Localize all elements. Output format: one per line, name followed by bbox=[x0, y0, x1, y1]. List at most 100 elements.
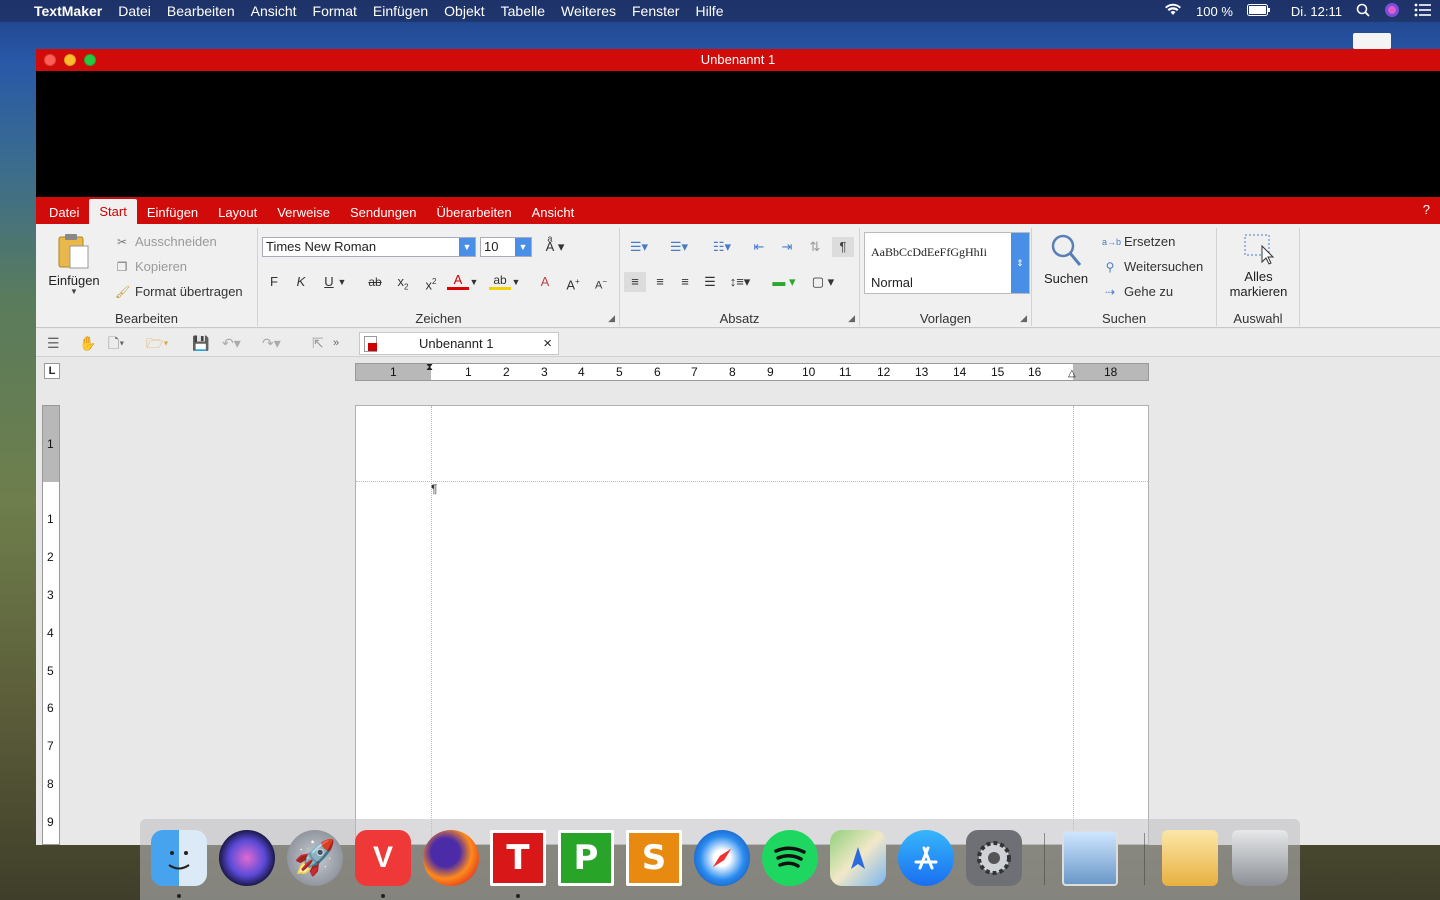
menu-objekt[interactable]: Objekt bbox=[436, 3, 492, 19]
desktop-document-icon[interactable] bbox=[1353, 33, 1391, 49]
horizontal-ruler[interactable]: 1 1 2 3 4 5 6 7 8 9 10 11 12 13 14 15 16… bbox=[355, 362, 1149, 381]
menu-weiteres[interactable]: Weiteres bbox=[553, 3, 624, 19]
font-color-dropdown-icon[interactable]: ▼ bbox=[468, 272, 480, 292]
tab-ansicht[interactable]: Ansicht bbox=[522, 199, 585, 224]
wifi-icon[interactable] bbox=[1164, 3, 1182, 19]
battery-icon[interactable] bbox=[1246, 3, 1271, 19]
justify-button[interactable]: ☰ bbox=[699, 272, 721, 292]
align-left-button[interactable]: ≡ bbox=[624, 272, 646, 292]
style-gallery-scroll-icon[interactable]: ⇕ bbox=[1011, 233, 1029, 293]
tab-einfuegen[interactable]: Einfügen bbox=[137, 199, 208, 224]
document-tab[interactable]: Unbenannt 1 × bbox=[359, 332, 559, 355]
close-tab-icon[interactable]: × bbox=[543, 333, 552, 354]
multilevel-list-button[interactable]: ☷▾ bbox=[707, 237, 737, 257]
save-icon[interactable]: 💾 bbox=[192, 335, 209, 351]
numbered-list-button[interactable]: ☰▾ bbox=[664, 237, 694, 257]
tab-stop-selector[interactable]: L bbox=[44, 363, 60, 379]
format-painter-button[interactable]: 🖌 Format übertragen bbox=[115, 284, 243, 299]
dialog-launcher-icon[interactable]: ◢ bbox=[1020, 313, 1027, 324]
highlight-dropdown-icon[interactable]: ▼ bbox=[510, 272, 522, 292]
bullet-list-button[interactable]: ☰▾ bbox=[624, 237, 654, 257]
bold-button[interactable]: F bbox=[263, 272, 285, 292]
menu-hilfe[interactable]: Hilfe bbox=[687, 3, 731, 19]
dock-textmaker-icon[interactable]: T bbox=[490, 830, 546, 886]
sort-button[interactable]: ⇅ bbox=[804, 237, 826, 257]
align-center-button[interactable]: ≡ bbox=[649, 272, 671, 292]
borders-button[interactable]: ▢ ▾ bbox=[806, 272, 840, 292]
dock-system-preferences-icon[interactable] bbox=[966, 830, 1022, 886]
more-tools-icon[interactable]: » bbox=[333, 335, 339, 351]
strikethrough-button[interactable]: ab bbox=[364, 272, 386, 292]
grow-font-icon[interactable]: A+ bbox=[562, 272, 584, 292]
dock-trash-icon[interactable] bbox=[1232, 830, 1288, 886]
tab-sendungen[interactable]: Sendungen bbox=[340, 199, 427, 224]
underline-dropdown-icon[interactable]: ▼ bbox=[336, 272, 348, 292]
dock-archive-icon[interactable] bbox=[1162, 830, 1218, 886]
document-page[interactable]: ¶ bbox=[355, 405, 1149, 845]
help-button[interactable]: ? bbox=[1423, 202, 1430, 217]
chevron-down-icon[interactable]: ▼ bbox=[515, 238, 531, 256]
subscript-button[interactable]: x2 bbox=[392, 272, 414, 292]
change-case-button[interactable]: Aͣ ▾ bbox=[538, 237, 572, 257]
menu-fenster[interactable]: Fenster bbox=[624, 3, 687, 19]
vertical-ruler[interactable]: 1 1 2 3 4 5 6 7 8 9 bbox=[42, 405, 60, 845]
align-right-button[interactable]: ≡ bbox=[674, 272, 696, 292]
superscript-button[interactable]: x2 bbox=[420, 272, 442, 292]
replace-button[interactable]: a→b Ersetzen bbox=[1102, 234, 1175, 249]
shrink-font-icon[interactable]: A− bbox=[590, 272, 612, 292]
tab-verweise[interactable]: Verweise bbox=[267, 199, 340, 224]
notification-center-icon[interactable] bbox=[1414, 3, 1432, 20]
chevron-down-icon[interactable]: ▼ bbox=[459, 238, 475, 256]
dialog-launcher-icon[interactable]: ◢ bbox=[848, 313, 855, 324]
decrease-indent-button[interactable]: ⇤ bbox=[748, 237, 770, 257]
spotlight-search-icon[interactable] bbox=[1356, 3, 1370, 20]
dock-finder-icon[interactable] bbox=[151, 830, 207, 886]
tab-ueberarbeiten[interactable]: Überarbeiten bbox=[426, 199, 521, 224]
clock[interactable]: Di. 12:11 bbox=[1291, 4, 1342, 19]
dock-siri-icon[interactable] bbox=[219, 830, 275, 886]
cut-button[interactable]: ✂ Ausschneiden bbox=[115, 234, 217, 249]
redo-icon[interactable]: ↷▾ bbox=[262, 335, 281, 351]
menu-bearbeiten[interactable]: Bearbeiten bbox=[159, 3, 243, 19]
open-folder-icon[interactable]: 🗁▾ bbox=[146, 335, 169, 351]
tab-layout[interactable]: Layout bbox=[208, 199, 267, 224]
menu-tabelle[interactable]: Tabelle bbox=[493, 3, 553, 19]
paste-button[interactable]: Einfügen ▼ bbox=[44, 230, 104, 302]
line-spacing-button[interactable]: ↕≡▾ bbox=[724, 272, 756, 292]
window-titlebar[interactable]: Unbenannt 1 bbox=[36, 49, 1440, 71]
menu-einfuegen[interactable]: Einfügen bbox=[365, 3, 436, 19]
highlight-button[interactable]: ab bbox=[489, 272, 511, 290]
goto-button[interactable]: ⇢ Gehe zu bbox=[1102, 284, 1173, 299]
copy-button[interactable]: ❐ Kopieren bbox=[115, 259, 187, 274]
find-next-button[interactable]: ⚲ Weitersuchen bbox=[1102, 259, 1204, 274]
dock-vivaldi-icon[interactable]: V bbox=[355, 830, 411, 886]
menu-datei[interactable]: Datei bbox=[110, 3, 159, 19]
dock-safari-icon[interactable] bbox=[694, 830, 750, 886]
select-object-icon[interactable]: ⇱ bbox=[312, 335, 324, 351]
menu-format[interactable]: Format bbox=[305, 3, 365, 19]
italic-button[interactable]: K bbox=[290, 272, 312, 292]
undo-icon[interactable]: ↶▾ bbox=[222, 335, 241, 351]
dock-firefox-icon[interactable] bbox=[423, 830, 479, 886]
font-size-combobox[interactable]: 10 ▼ bbox=[480, 237, 532, 257]
close-window-button[interactable] bbox=[44, 54, 56, 66]
zoom-window-button[interactable] bbox=[84, 54, 96, 66]
app-menu[interactable]: TextMaker bbox=[26, 3, 110, 19]
menu-ansicht[interactable]: Ansicht bbox=[243, 3, 305, 19]
show-formatting-button[interactable]: ¶ bbox=[832, 237, 854, 257]
dock-planmaker-icon[interactable]: S bbox=[626, 830, 682, 886]
style-gallery[interactable]: AaBbCcDdEeFfGgHhIi Normal ⇕ bbox=[864, 232, 1030, 294]
clear-formatting-icon[interactable]: A bbox=[534, 272, 556, 292]
dock-maps-icon[interactable] bbox=[830, 830, 886, 886]
siri-icon[interactable] bbox=[1384, 2, 1400, 21]
tab-start[interactable]: Start bbox=[89, 199, 137, 224]
font-name-combobox[interactable]: Times New Roman ▼ bbox=[262, 237, 476, 257]
dock-presentations-icon[interactable]: P bbox=[558, 830, 614, 886]
increase-indent-button[interactable]: ⇥ bbox=[776, 237, 798, 257]
select-all-button[interactable]: Alles markieren bbox=[1221, 230, 1296, 306]
dialog-launcher-icon[interactable]: ◢ bbox=[608, 313, 615, 324]
font-color-button[interactable]: A bbox=[447, 272, 469, 290]
hamburger-menu-icon[interactable]: ☰ bbox=[47, 335, 60, 351]
right-indent-marker[interactable]: △ bbox=[1068, 368, 1076, 379]
hand-icon[interactable]: ✋ bbox=[79, 335, 96, 351]
